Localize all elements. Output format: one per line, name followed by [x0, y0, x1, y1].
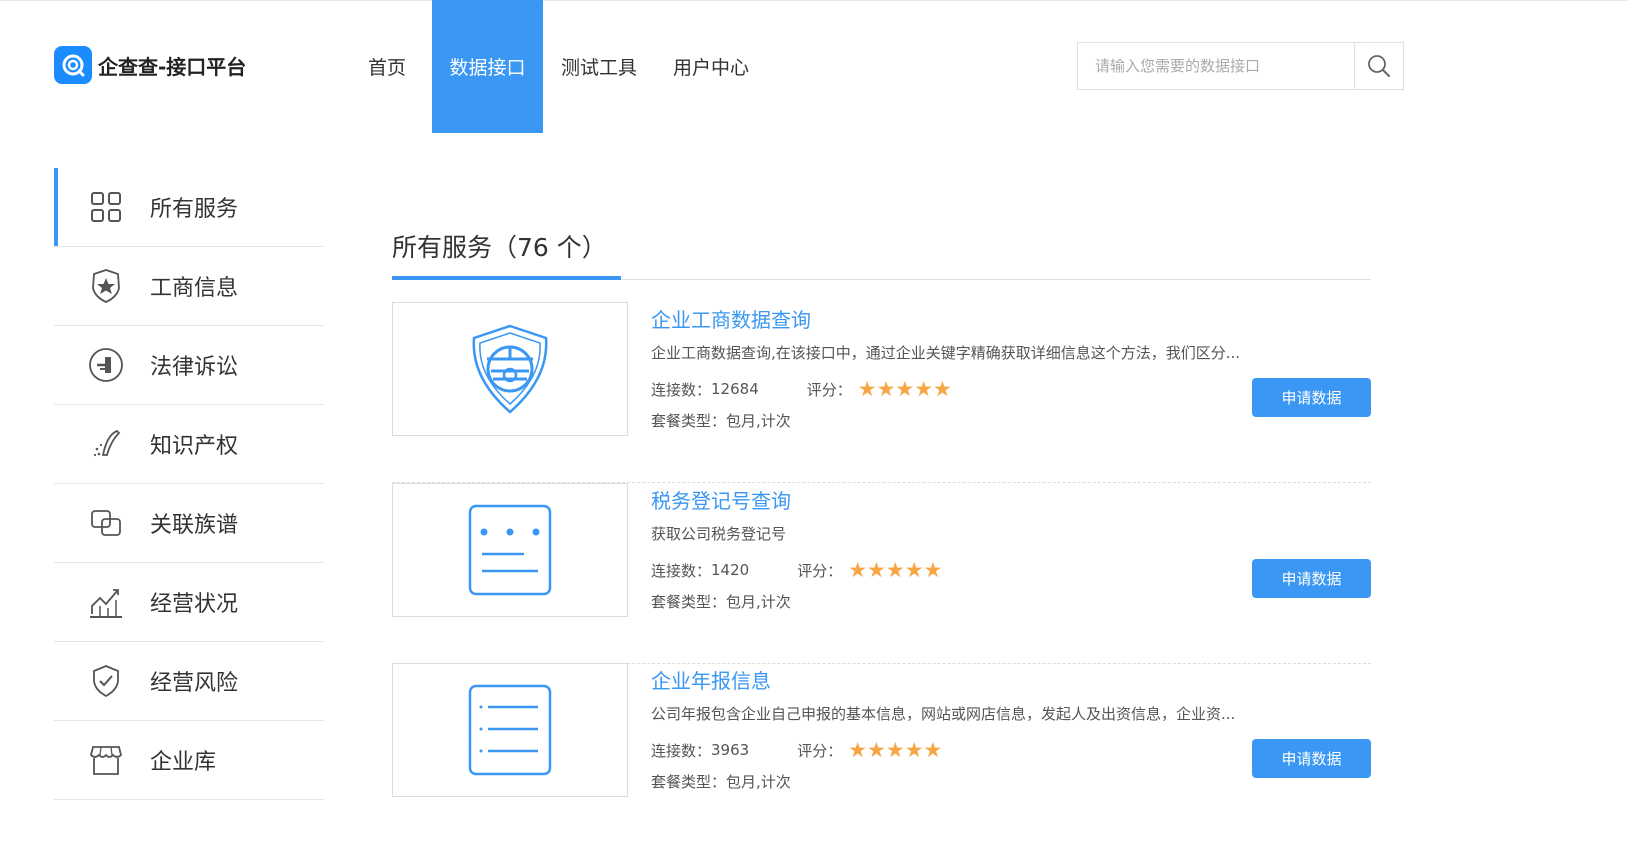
sidebar-item-label: 经营风险	[150, 671, 239, 696]
sidebar-item-ip[interactable]: 知识产权	[54, 405, 324, 484]
rating-stars: ★★★★★	[848, 738, 943, 762]
connections-label: 连接数：	[651, 741, 712, 760]
quill-icon	[86, 424, 126, 464]
score-label: 评分：	[797, 741, 843, 760]
apply-data-button[interactable]: 申请数据	[1252, 378, 1371, 417]
sidebar-item-label: 企业库	[150, 750, 217, 775]
site-logo[interactable]: 企查查-接口平台	[54, 46, 246, 84]
package-value: 包月,计次	[726, 412, 791, 430]
badge-star-icon	[86, 266, 126, 306]
score-label: 评分：	[797, 561, 843, 580]
page-title: 所有服务（76 个）	[392, 233, 607, 262]
package-type: 套餐类型：包月,计次	[651, 771, 791, 792]
service-thumbnail[interactable]	[392, 302, 628, 436]
sidebar-item-operation-risk[interactable]: 经营风险	[54, 642, 324, 721]
search-input[interactable]	[1078, 43, 1354, 89]
service-card: 企业工商数据查询 企业工商数据查询,在该接口中，通过企业关键字精确获取详细信息这…	[392, 302, 1371, 483]
category-sidebar: 所有服务 工商信息 法律诉讼 知识产权 关联族谱 经营状况 经营风险 企业库	[54, 168, 324, 800]
connections-label: 连接数：	[651, 380, 712, 399]
chart-up-icon	[86, 582, 126, 622]
sidebar-item-label: 工商信息	[150, 276, 239, 301]
package-label: 套餐类型：	[651, 593, 727, 611]
nav-data-api[interactable]: 数据接口	[432, 0, 543, 133]
sidebar-item-litigation[interactable]: 法律诉讼	[54, 326, 324, 405]
nav-test-tools[interactable]: 测试工具	[543, 0, 655, 133]
sidebar-item-company-db[interactable]: 企业库	[54, 721, 324, 800]
sidebar-item-label: 法律诉讼	[150, 355, 239, 380]
connections-label: 连接数：	[651, 561, 712, 580]
shield-check-icon	[86, 661, 126, 701]
sidebar-item-business-info[interactable]: 工商信息	[54, 247, 324, 326]
service-card: 企业年报信息 公司年报包含企业自己申报的基本信息，网站或网店信息，发起人及出资信…	[392, 663, 1371, 844]
package-value: 包月,计次	[726, 773, 791, 791]
sidebar-item-label: 经营状况	[150, 592, 239, 617]
sidebar-item-label: 所有服务	[150, 197, 239, 222]
search-icon	[1368, 55, 1390, 77]
top-border	[0, 0, 1627, 1]
connections-count: 12684	[711, 380, 759, 398]
connections-count: 3963	[711, 741, 750, 759]
package-label: 套餐类型：	[651, 773, 727, 791]
service-thumbnail[interactable]	[392, 663, 628, 797]
service-title[interactable]: 税务登记号查询	[651, 485, 791, 514]
grid-icon	[86, 187, 126, 227]
logo-text: 企查查-接口平台	[98, 54, 247, 79]
apply-data-button[interactable]: 申请数据	[1252, 739, 1371, 778]
service-title[interactable]: 企业年报信息	[651, 665, 771, 694]
service-card: 税务登记号查询 获取公司税务登记号 连接数： 1420 评分： ★★★★★ 套餐…	[392, 483, 1371, 664]
logo-q-icon	[54, 46, 92, 84]
service-meta: 连接数： 12684 评分： ★★★★★	[651, 377, 952, 401]
nav-home[interactable]: 首页	[342, 0, 432, 133]
emblem-icon	[472, 324, 548, 414]
service-meta: 连接数： 1420 评分： ★★★★★	[651, 558, 942, 582]
package-type: 套餐类型：包月,计次	[651, 410, 791, 431]
service-meta: 连接数： 3963 评分： ★★★★★	[651, 738, 942, 762]
rating-stars: ★★★★★	[848, 558, 943, 582]
service-description: 公司年报包含企业自己申报的基本信息，网站或网店信息，发起人及出资信息，企业资..…	[651, 705, 1236, 723]
service-description: 获取公司税务登记号	[651, 525, 787, 543]
tax-form-icon	[468, 504, 552, 596]
sidebar-item-operation-status[interactable]: 经营状况	[54, 563, 324, 642]
connections-count: 1420	[711, 561, 750, 579]
package-label: 套餐类型：	[651, 412, 727, 430]
main-nav: 首页 数据接口 测试工具 用户中心	[342, 0, 767, 133]
search-button[interactable]	[1354, 43, 1403, 89]
sidebar-item-label: 关联族谱	[150, 513, 239, 538]
package-type: 套餐类型：包月,计次	[651, 591, 791, 612]
service-title[interactable]: 企业工商数据查询	[651, 304, 811, 333]
sidebar-item-genealogy[interactable]: 关联族谱	[54, 484, 324, 563]
search-box	[1077, 42, 1404, 90]
nav-user-center[interactable]: 用户中心	[655, 0, 767, 133]
gavel-icon	[86, 345, 126, 385]
title-underline	[392, 276, 621, 280]
sidebar-item-label: 知识产权	[150, 434, 239, 459]
store-icon	[86, 740, 126, 780]
package-value: 包月,计次	[726, 593, 791, 611]
service-description: 企业工商数据查询,在该接口中，通过企业关键字精确获取详细信息这个方法，我们区分.…	[651, 344, 1241, 362]
link-squares-icon	[86, 503, 126, 543]
sidebar-item-all-services[interactable]: 所有服务	[54, 168, 324, 247]
score-label: 评分：	[806, 380, 852, 399]
service-thumbnail[interactable]	[392, 483, 628, 617]
list-doc-icon	[468, 684, 552, 776]
rating-stars: ★★★★★	[857, 377, 952, 401]
apply-data-button[interactable]: 申请数据	[1252, 559, 1371, 598]
